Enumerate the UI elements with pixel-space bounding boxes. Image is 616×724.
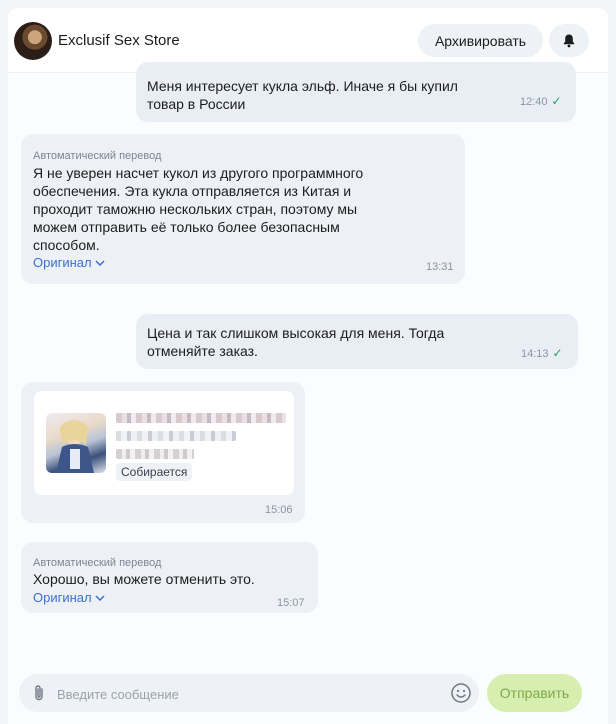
message-time-value: 12:40 xyxy=(520,96,548,108)
archive-button[interactable]: Архивировать xyxy=(418,24,543,57)
blurred-product-title xyxy=(116,413,286,423)
message-text: Хорошо, вы можете отменить это. xyxy=(33,571,255,587)
original-toggle[interactable]: Оригинал xyxy=(33,589,105,607)
send-button[interactable]: Отправить xyxy=(487,674,582,712)
message-time: 14:13 ✓ xyxy=(521,344,563,363)
chevron-down-icon xyxy=(95,595,105,601)
emoji-icon[interactable] xyxy=(450,682,472,704)
message-time: 13:31 xyxy=(426,261,454,273)
paperclip-icon[interactable] xyxy=(32,684,46,702)
message-incoming[interactable]: Автоматический перевод Хорошо, вы можете… xyxy=(21,542,318,613)
chat-window: Exclusif Sex Store Архивировать Меня инт… xyxy=(8,8,608,724)
chevron-down-icon xyxy=(95,260,105,266)
message-time: 12:40 ✓ xyxy=(520,92,562,111)
message-input[interactable] xyxy=(55,674,439,714)
product-card[interactable]: Собирается xyxy=(34,391,294,495)
bell-icon xyxy=(563,34,575,48)
message-time: 15:06 xyxy=(265,504,293,516)
blurred-product-variant xyxy=(116,431,236,441)
message-composer xyxy=(19,674,479,714)
message-text: Меня интересует кукла эльф. Иначе я бы к… xyxy=(147,78,458,112)
message-incoming[interactable]: Автоматический перевод Я не уверен насче… xyxy=(21,134,465,284)
message-text: Цена и так слишком высокая для меня. Тог… xyxy=(147,325,445,359)
status-badge: Собирается xyxy=(116,463,193,481)
original-toggle[interactable]: Оригинал xyxy=(33,254,105,272)
read-check-icon: ✓ xyxy=(551,94,562,108)
avatar[interactable] xyxy=(14,22,52,60)
store-name[interactable]: Exclusif Sex Store xyxy=(58,32,180,49)
message-outgoing[interactable]: Цена и так слишком высокая для меня. Тог… xyxy=(136,314,578,369)
blurred-product-price xyxy=(116,449,194,459)
message-text: Я не уверен насчет кукол из другого прог… xyxy=(33,165,364,253)
message-time-value: 14:13 xyxy=(521,348,549,360)
auto-translate-label: Автоматический перевод xyxy=(33,150,162,162)
message-outgoing[interactable]: Меня интересует кукла эльф. Иначе я бы к… xyxy=(136,62,576,122)
original-label: Оригинал xyxy=(33,255,92,270)
read-check-icon: ✓ xyxy=(552,346,563,360)
notifications-button[interactable] xyxy=(549,24,589,57)
product-image xyxy=(46,413,106,473)
original-label: Оригинал xyxy=(33,590,92,605)
message-time: 15:07 xyxy=(277,597,305,609)
